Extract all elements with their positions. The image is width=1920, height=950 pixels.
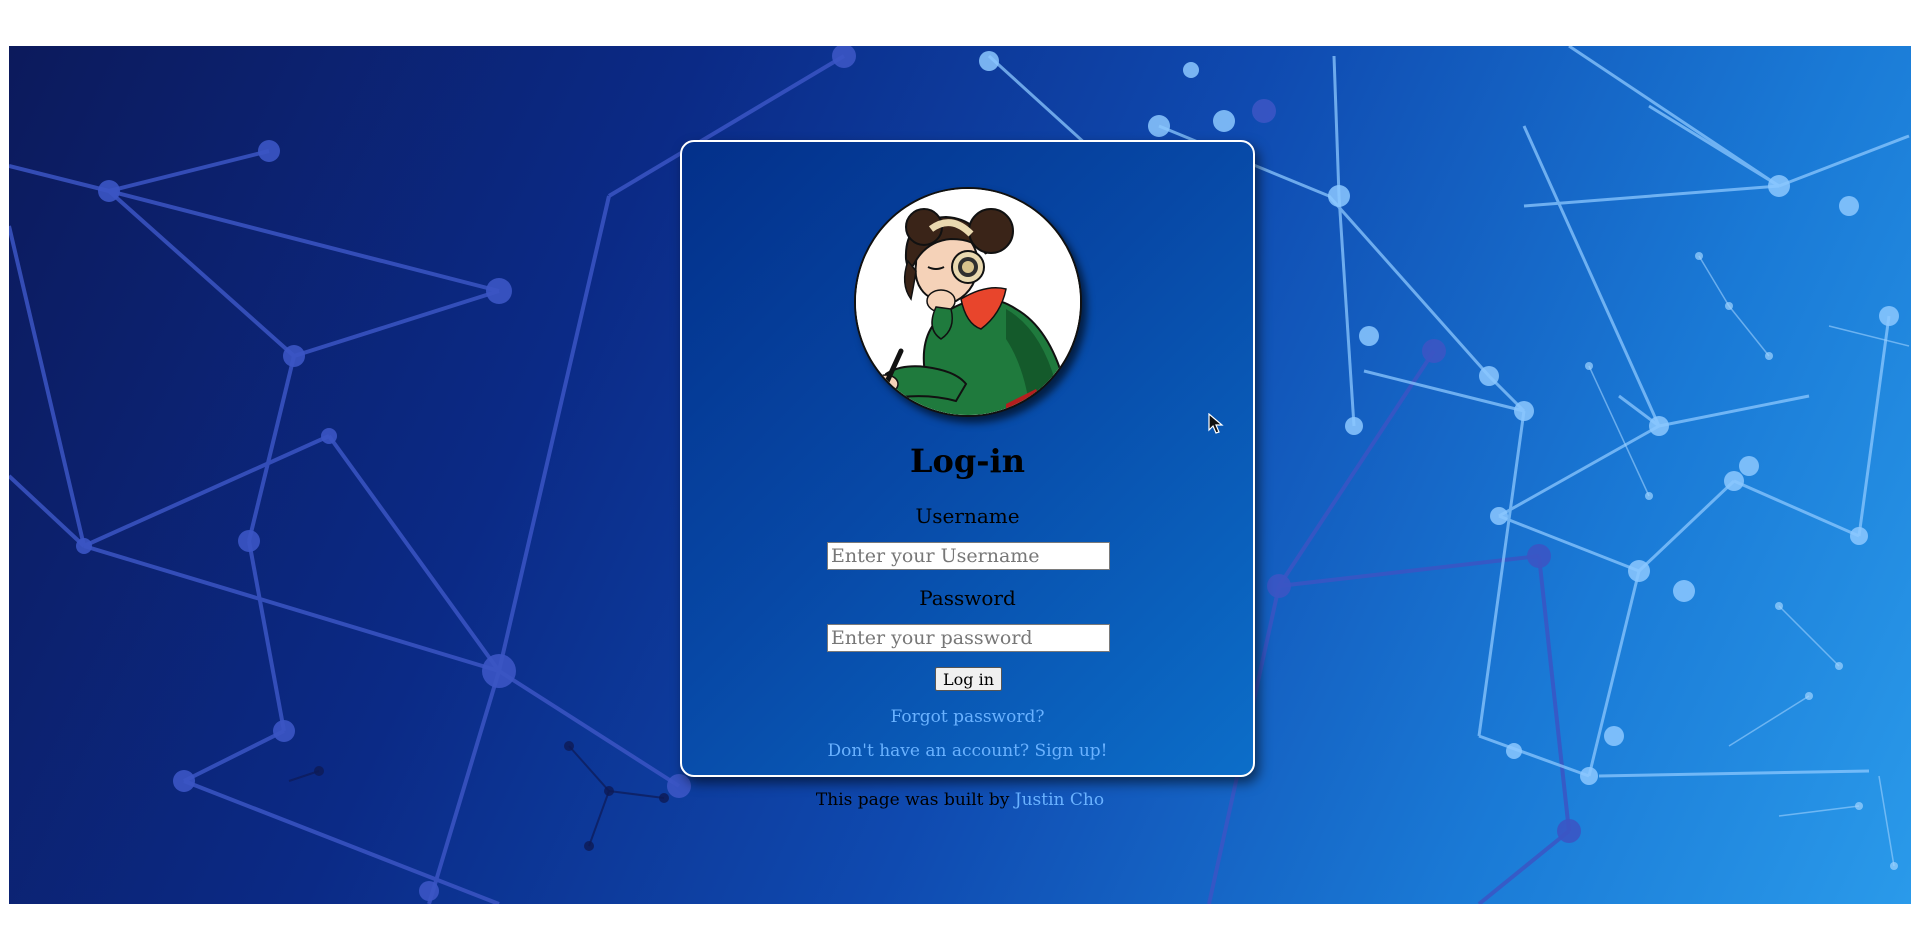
page-title: Log-in bbox=[910, 442, 1025, 480]
mouse-pointer-icon bbox=[1208, 412, 1224, 439]
login-button[interactable]: Log in bbox=[935, 667, 1002, 691]
page-footer: This page was built by Justin Cho bbox=[0, 790, 1920, 810]
forgot-password-link[interactable]: Forgot password? bbox=[682, 707, 1253, 727]
anime-girl-with-headphones-avatar bbox=[856, 189, 1080, 415]
login-card: Log-in Username Password Log in Forgot p… bbox=[680, 140, 1255, 777]
footer-text: This page was built by bbox=[815, 790, 1015, 810]
username-label: Username bbox=[915, 504, 1020, 528]
password-input[interactable] bbox=[827, 624, 1110, 652]
username-input[interactable] bbox=[827, 542, 1110, 570]
author-link[interactable]: Justin Cho bbox=[1015, 790, 1104, 810]
password-label: Password bbox=[919, 586, 1016, 610]
signup-link[interactable]: Don't have an account? Sign up! bbox=[682, 741, 1253, 761]
avatar bbox=[854, 187, 1082, 417]
